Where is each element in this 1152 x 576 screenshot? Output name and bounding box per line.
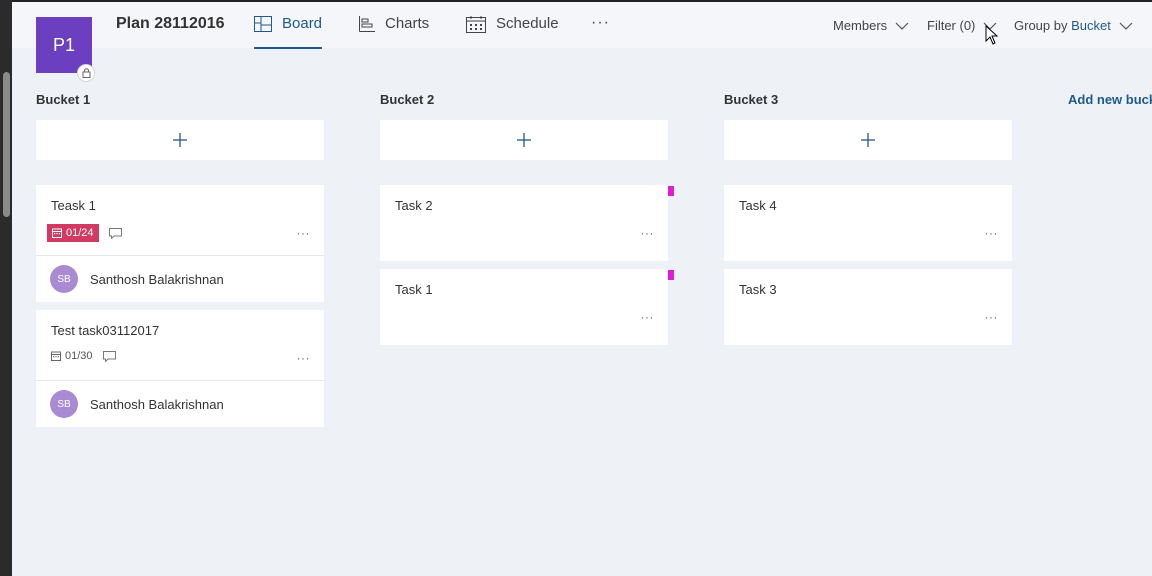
members-dropdown[interactable]: Members xyxy=(833,18,909,33)
task-title: Test task03112017 xyxy=(51,323,160,338)
add-task-button[interactable] xyxy=(724,120,1012,160)
task-title: Task 2 xyxy=(395,198,433,213)
task-card[interactable]: Test task03112017 01/30 ··· SB Santhosh … xyxy=(36,310,324,427)
calendar-icon xyxy=(51,351,61,361)
task-card[interactable]: Task 3 ··· xyxy=(724,269,1012,345)
plus-icon xyxy=(173,133,187,147)
card-divider xyxy=(36,255,324,256)
due-date-badge: 01/24 xyxy=(47,224,99,242)
assignee[interactable]: SB Santhosh Balakrishnan xyxy=(50,390,224,418)
tab-schedule[interactable]: Schedule xyxy=(466,15,559,49)
assignee-name: Santhosh Balakrishnan xyxy=(90,271,224,287)
card-more-button[interactable]: ··· xyxy=(297,226,311,240)
card-more-button[interactable]: ··· xyxy=(641,310,655,324)
task-card[interactable]: Teask 1 01/24 ··· SB Santhosh Balakrishn… xyxy=(36,185,324,302)
due-date-text: 01/30 xyxy=(65,350,93,362)
charts-icon xyxy=(359,16,375,32)
comment-icon xyxy=(102,350,116,362)
chevron-down-icon xyxy=(1119,22,1133,30)
group-by-label: Group by xyxy=(1014,18,1068,33)
due-date-text: 01/24 xyxy=(66,227,94,239)
more-tabs-button[interactable]: ··· xyxy=(591,14,610,32)
task-card[interactable]: Task 2 ··· xyxy=(380,185,668,261)
avatar: SB xyxy=(50,265,78,293)
left-scroll-rail xyxy=(0,0,12,576)
assignee[interactable]: SB Santhosh Balakrishnan xyxy=(50,265,224,293)
bucket-title[interactable]: Bucket 1 xyxy=(36,92,90,107)
scrollbar-thumb[interactable] xyxy=(3,72,10,217)
task-title: Task 3 xyxy=(739,282,777,297)
plus-icon xyxy=(517,133,531,147)
task-title: Task 4 xyxy=(739,198,777,213)
lock-icon xyxy=(77,64,95,82)
board-icon xyxy=(254,16,272,32)
members-label: Members xyxy=(833,18,888,33)
task-title: Task 1 xyxy=(395,282,433,297)
task-card[interactable]: Task 4 ··· xyxy=(724,185,1012,261)
add-new-bucket-link[interactable]: Add new bucket xyxy=(1068,92,1152,107)
bucket-title[interactable]: Bucket 2 xyxy=(380,92,434,107)
add-task-button[interactable] xyxy=(380,120,668,160)
plus-icon xyxy=(861,133,875,147)
assignee-name: Santhosh Balakrishnan xyxy=(90,396,224,412)
label-tag xyxy=(668,186,674,196)
bucket-title[interactable]: Bucket 3 xyxy=(724,92,778,107)
tab-charts-label: Charts xyxy=(385,15,430,32)
card-more-button[interactable]: ··· xyxy=(985,310,999,324)
tab-board[interactable]: Board xyxy=(254,15,323,49)
filter-label: Filter (0) xyxy=(927,18,976,33)
chevron-down-icon xyxy=(895,22,909,30)
calendar-icon xyxy=(52,228,62,238)
mouse-cursor-icon xyxy=(985,25,999,45)
card-more-button[interactable]: ··· xyxy=(641,226,655,240)
label-tag xyxy=(668,270,674,280)
card-divider xyxy=(36,380,324,381)
schedule-icon xyxy=(466,16,486,33)
due-date-badge: 01/30 xyxy=(47,350,93,362)
task-title: Teask 1 xyxy=(51,198,96,213)
card-more-button[interactable]: ··· xyxy=(985,226,999,240)
avatar: SB xyxy=(50,390,78,418)
plan-title: Plan 28112016 xyxy=(116,15,225,32)
tab-charts[interactable]: Charts xyxy=(359,15,429,49)
card-more-button[interactable]: ··· xyxy=(297,351,311,365)
comment-icon xyxy=(108,227,122,239)
tab-schedule-label: Schedule xyxy=(496,15,559,32)
task-card[interactable]: Task 1 ··· xyxy=(380,269,668,345)
group-by-value: Bucket xyxy=(1071,18,1111,33)
add-task-button[interactable] xyxy=(36,120,324,160)
tab-board-label: Board xyxy=(282,15,323,32)
plan-avatar-initials: P1 xyxy=(52,34,76,55)
group-by-dropdown[interactable]: Group by Bucket xyxy=(1014,18,1133,33)
